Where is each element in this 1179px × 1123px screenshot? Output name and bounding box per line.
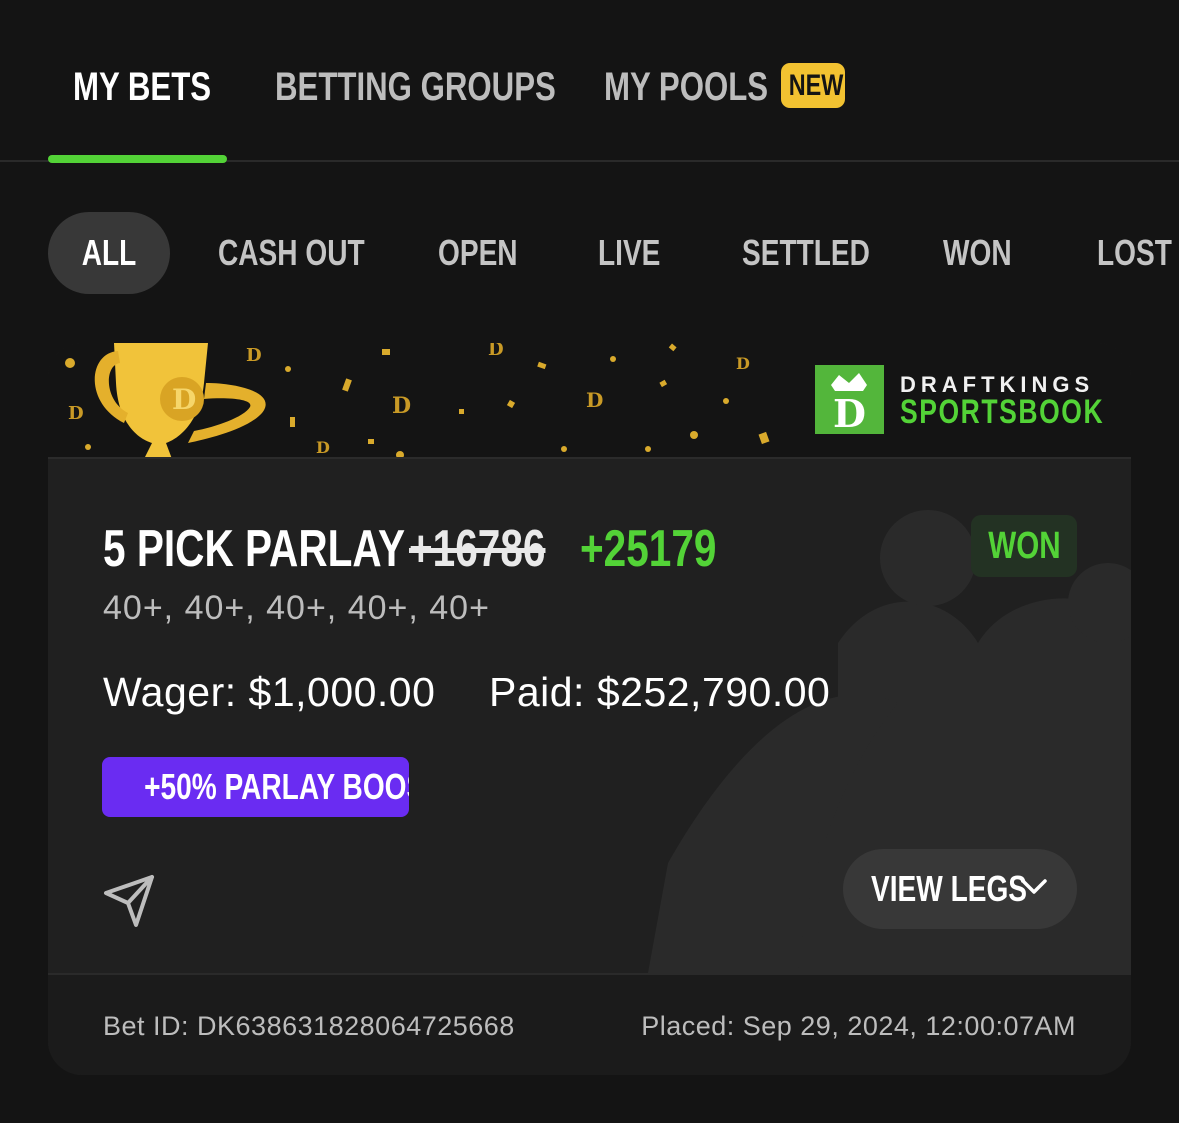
tab-my-bets-label: MY BETS	[73, 65, 212, 109]
svg-text:D: D	[736, 354, 750, 373]
parlay-boost-badge: +50% PARLAY BOOST	[102, 757, 409, 817]
status-badge: WON	[971, 515, 1077, 577]
svg-text:D: D	[488, 343, 504, 360]
paid-amount: Paid: $252,790.00	[489, 669, 831, 715]
status-badge-label: WON	[987, 525, 1061, 567]
svg-text:D: D	[246, 345, 262, 366]
top-tab-bar: MY BETS BETTING GROUPS MY POOLS NEW	[0, 0, 1179, 163]
filter-cash-out-label: CASH OUT	[218, 232, 365, 273]
filter-open-label: OPEN	[438, 232, 518, 273]
tab-betting-groups-label: BETTING GROUPS	[275, 65, 556, 109]
brand-sportsbook-label: SPORTSBOOK	[900, 393, 1105, 431]
filter-cash-out[interactable]: CASH OUT	[218, 212, 406, 294]
filter-live-label: LIVE	[598, 232, 661, 273]
original-odds-label: +16786	[409, 520, 546, 578]
view-legs-label: VIEW LEGS	[871, 868, 1028, 909]
winner-banner: D D D D D D D D D DRAFTKINGS SPORTSBOOK	[48, 343, 1131, 459]
legs-summary: 40+, 40+, 40+, 40+, 40+	[103, 589, 490, 627]
brand-sportsbook: SPORTSBOOK	[900, 393, 1131, 432]
filter-won-label: WON	[943, 232, 1012, 273]
filter-open[interactable]: OPEN	[438, 212, 540, 294]
placed-timestamp: Placed: Sep 29, 2024, 12:00:07AM	[641, 1011, 1076, 1041]
bet-id: Bet ID: DK638631828064725668	[103, 1011, 515, 1041]
filter-won[interactable]: WON	[943, 212, 1031, 294]
boosted-odds: +25179	[580, 519, 755, 579]
svg-text:D: D	[586, 388, 603, 412]
draftkings-logo-icon: D	[815, 365, 884, 434]
tab-betting-groups[interactable]: BETTING GROUPS	[275, 62, 635, 112]
bet-card[interactable]: D D D D D D D D D DRAFTKINGS SPORTSBOOK …	[48, 343, 1131, 1075]
new-badge: NEW	[781, 63, 845, 108]
tab-my-pools-label: MY POOLS	[604, 65, 769, 109]
card-footer: Bet ID: DK638631828064725668 Placed: Sep…	[48, 973, 1131, 1075]
svg-text:D: D	[392, 393, 411, 419]
filter-all-label: ALL	[81, 232, 137, 273]
chevron-down-icon	[1021, 879, 1047, 894]
share-icon[interactable]	[102, 873, 158, 929]
filter-lost-label: LOST	[1097, 232, 1172, 273]
boosted-odds-label: +25179	[580, 520, 717, 578]
parlay-boost-label: +50% PARLAY BOOST	[144, 766, 409, 807]
filter-live[interactable]: LIVE	[598, 212, 678, 294]
svg-text:D: D	[316, 438, 330, 457]
active-tab-indicator	[48, 155, 227, 163]
tab-my-bets[interactable]: MY BETS	[73, 62, 250, 112]
bet-title-label: 5 PICK PARLAY	[103, 520, 406, 578]
filter-settled-label: SETTLED	[742, 232, 870, 273]
new-badge-label: NEW	[788, 69, 844, 102]
svg-text:D: D	[68, 403, 84, 424]
svg-text:D: D	[172, 383, 196, 416]
filter-all[interactable]: ALL	[48, 212, 170, 294]
wager-amount: Wager: $1,000.00	[103, 669, 436, 715]
filter-settled[interactable]: SETTLED	[742, 212, 906, 294]
original-odds: +16786	[409, 519, 584, 579]
svg-text:D: D	[833, 391, 866, 434]
filter-lost[interactable]: LOST	[1097, 212, 1179, 294]
view-legs-button[interactable]: VIEW LEGS	[843, 849, 1077, 929]
